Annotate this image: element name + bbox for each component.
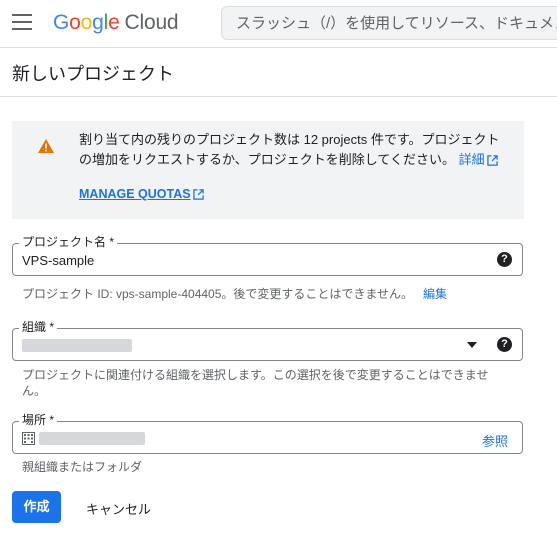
help-icon[interactable]: ? bbox=[497, 252, 512, 267]
logo-letter: G bbox=[53, 11, 70, 34]
location-label: 場所 * bbox=[19, 413, 58, 427]
building-icon bbox=[22, 432, 35, 445]
organization-hint-line1: プロジェクトに関連付ける組織を選択します。この選択を後で変更することはできませ bbox=[22, 368, 489, 382]
page-title: 新しいプロジェクト bbox=[12, 64, 174, 84]
location-value-redacted bbox=[39, 432, 145, 445]
details-link-label: 詳細 bbox=[458, 152, 485, 167]
manage-quotas-label: MANAGE QUOTAS bbox=[79, 187, 191, 201]
quota-message: 割り当て内の残りのプロジェクト数は 12 projects 件です。プロジェクト… bbox=[79, 130, 509, 170]
logo-letter: o bbox=[80, 11, 93, 34]
help-icon[interactable]: ? bbox=[497, 337, 512, 352]
project-name-label: プロジェクト名 * bbox=[19, 235, 118, 249]
logo-letter: e bbox=[108, 11, 120, 34]
organization-label: 組織 * bbox=[19, 320, 58, 334]
top-bar: Google Cloud bbox=[0, 0, 557, 48]
chevron-down-icon[interactable] bbox=[467, 342, 477, 348]
external-link-icon bbox=[486, 155, 498, 166]
details-link[interactable]: 詳細 bbox=[459, 152, 498, 167]
external-link-icon bbox=[192, 189, 204, 200]
project-name-value[interactable]: VPS-sample bbox=[22, 253, 94, 268]
quota-notice: 割り当て内の残りのプロジェクト数は 12 projects 件です。プロジェクト… bbox=[12, 121, 524, 219]
search-box[interactable] bbox=[221, 6, 557, 40]
logo-cloud-text: Cloud bbox=[124, 11, 179, 34]
menu-icon[interactable] bbox=[12, 14, 32, 30]
organization-value-redacted bbox=[22, 339, 132, 352]
organization-hint: プロジェクトに関連付ける組織を選択します。この選択を後で変更することはできませ … bbox=[22, 367, 502, 399]
google-cloud-logo[interactable]: Google Cloud bbox=[53, 11, 179, 35]
location-field[interactable]: 場所 * 参照 bbox=[12, 413, 523, 454]
location-hint: 親組織またはフォルダ bbox=[22, 460, 143, 474]
search-input[interactable] bbox=[222, 7, 557, 39]
manage-quotas-link[interactable]: MANAGE QUOTAS bbox=[79, 187, 204, 201]
project-name-field[interactable]: プロジェクト名 * VPS-sample ? bbox=[12, 235, 523, 276]
quota-message-text: 割り当て内の残りのプロジェクト数は 12 projects 件です。プロジェクト… bbox=[79, 132, 500, 167]
organization-hint-line2: ん。 bbox=[22, 384, 47, 398]
cancel-button[interactable]: キャンセル bbox=[86, 499, 151, 518]
divider bbox=[0, 96, 557, 97]
logo-letter: o bbox=[69, 11, 81, 34]
warning-icon bbox=[38, 139, 54, 153]
project-id-hint: プロジェクト ID: vps-sample-404405。後で変更することはでき… bbox=[22, 286, 447, 302]
project-id-text: プロジェクト ID: vps-sample-404405。後で変更することはでき… bbox=[22, 287, 414, 301]
logo-letter: g bbox=[92, 11, 104, 34]
create-button[interactable]: 作成 bbox=[12, 491, 61, 523]
organization-select[interactable]: 組織 * ? bbox=[12, 320, 523, 361]
browse-link[interactable]: 参照 bbox=[482, 431, 508, 450]
edit-project-id-link[interactable]: 編集 bbox=[423, 287, 447, 301]
